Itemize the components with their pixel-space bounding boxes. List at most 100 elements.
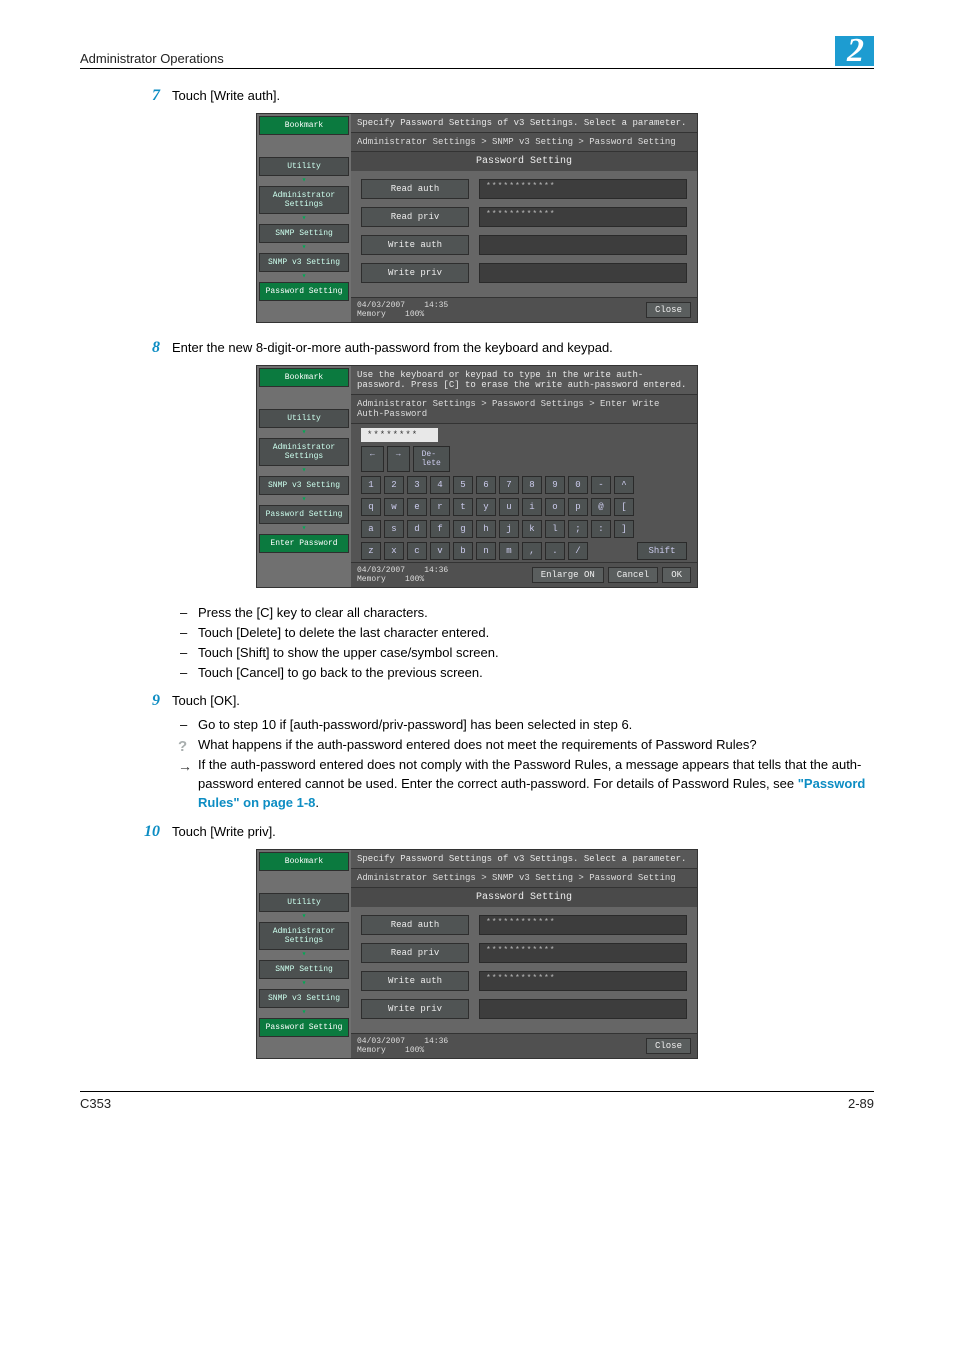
key-^[interactable]: ^ bbox=[614, 476, 634, 494]
close-button[interactable]: Close bbox=[646, 1038, 691, 1054]
key-@[interactable]: @ bbox=[591, 498, 611, 516]
sidebar-utility[interactable]: Utility bbox=[259, 157, 349, 176]
key-j[interactable]: j bbox=[499, 520, 519, 538]
key-h[interactable]: h bbox=[476, 520, 496, 538]
key-k[interactable]: k bbox=[522, 520, 542, 538]
key-2[interactable]: 2 bbox=[384, 476, 404, 494]
key-9[interactable]: 9 bbox=[545, 476, 565, 494]
key-o[interactable]: o bbox=[545, 498, 565, 516]
key-d[interactable]: d bbox=[407, 520, 427, 538]
key-[[interactable]: [ bbox=[614, 498, 634, 516]
cancel-button[interactable]: Cancel bbox=[608, 567, 658, 583]
sidebar-snmp[interactable]: SNMP Setting bbox=[259, 960, 349, 979]
sidebar-enter-password[interactable]: Enter Password bbox=[259, 534, 349, 553]
key-z[interactable]: z bbox=[361, 542, 381, 560]
key-5[interactable]: 5 bbox=[453, 476, 473, 494]
key-6[interactable]: 6 bbox=[476, 476, 496, 494]
key-p[interactable]: p bbox=[568, 498, 588, 516]
chapter-number: 2 bbox=[835, 36, 874, 66]
sidebar-snmp-v3[interactable]: SNMP v3 Setting bbox=[259, 989, 349, 1008]
key-.[interactable]: . bbox=[545, 542, 565, 560]
chevron-down-icon: ▾ bbox=[259, 274, 349, 280]
sidebar-snmp[interactable]: SNMP Setting bbox=[259, 224, 349, 243]
key-s[interactable]: s bbox=[384, 520, 404, 538]
key-t[interactable]: t bbox=[453, 498, 473, 516]
key-v[interactable]: v bbox=[430, 542, 450, 560]
key-w[interactable]: w bbox=[384, 498, 404, 516]
key-b[interactable]: b bbox=[453, 542, 473, 560]
sidebar-password-setting[interactable]: Password Setting bbox=[259, 1018, 349, 1037]
read-auth-button[interactable]: Read auth bbox=[361, 915, 469, 935]
key-3[interactable]: 3 bbox=[407, 476, 427, 494]
delete-button[interactable]: De- lete bbox=[413, 446, 450, 472]
write-auth-button[interactable]: Write auth bbox=[361, 235, 469, 255]
chevron-down-icon: ▾ bbox=[259, 526, 349, 532]
key-;[interactable]: ; bbox=[568, 520, 588, 538]
sidebar: Bookmark Utility ▾ Administrator Setting… bbox=[257, 114, 351, 322]
key-:[interactable]: : bbox=[591, 520, 611, 538]
sidebar-bookmark[interactable]: Bookmark bbox=[259, 116, 349, 135]
key-a[interactable]: a bbox=[361, 520, 381, 538]
arrow-right-button[interactable]: → bbox=[387, 446, 410, 472]
key-u[interactable]: u bbox=[499, 498, 519, 516]
sidebar-admin-settings[interactable]: Administrator Settings bbox=[259, 922, 349, 950]
sidebar-snmp-v3[interactable]: SNMP v3 Setting bbox=[259, 476, 349, 495]
screenshot-password-setting-1: Bookmark Utility ▾ Administrator Setting… bbox=[256, 113, 698, 323]
key-8[interactable]: 8 bbox=[522, 476, 542, 494]
sidebar-password-setting[interactable]: Password Setting bbox=[259, 282, 349, 301]
key-0[interactable]: 0 bbox=[568, 476, 588, 494]
write-priv-button[interactable]: Write priv bbox=[361, 263, 469, 283]
sidebar-snmp-v3[interactable]: SNMP v3 Setting bbox=[259, 253, 349, 272]
page-footer: C353 2-89 bbox=[80, 1091, 874, 1111]
key-q[interactable]: q bbox=[361, 498, 381, 516]
shift-button[interactable]: Shift bbox=[637, 542, 687, 560]
read-auth-button[interactable]: Read auth bbox=[361, 179, 469, 199]
password-input[interactable]: ******** bbox=[361, 428, 438, 442]
key-r[interactable]: r bbox=[430, 498, 450, 516]
keyboard-row-3: asdfghjkl;:] bbox=[351, 518, 697, 540]
write-auth-button[interactable]: Write auth bbox=[361, 971, 469, 991]
key-g[interactable]: g bbox=[453, 520, 473, 538]
sidebar-utility[interactable]: Utility bbox=[259, 893, 349, 912]
bullet: Go to step 10 if [auth-password/priv-pas… bbox=[180, 716, 874, 735]
key-7[interactable]: 7 bbox=[499, 476, 519, 494]
key-f[interactable]: f bbox=[430, 520, 450, 538]
key-l[interactable]: l bbox=[545, 520, 565, 538]
key-,[interactable]: , bbox=[522, 542, 542, 560]
bullet: Press the [C] key to clear all character… bbox=[180, 604, 874, 623]
breadcrumb: Administrator Settings > SNMP v3 Setting… bbox=[351, 133, 697, 152]
sidebar-utility[interactable]: Utility bbox=[259, 409, 349, 428]
sidebar-admin-settings[interactable]: Administrator Settings bbox=[259, 186, 349, 214]
sidebar-admin-settings[interactable]: Administrator Settings bbox=[259, 438, 349, 466]
key-4[interactable]: 4 bbox=[430, 476, 450, 494]
key-x[interactable]: x bbox=[384, 542, 404, 560]
key-][interactable]: ] bbox=[614, 520, 634, 538]
arrow-left-button[interactable]: ← bbox=[361, 446, 384, 472]
chevron-down-icon: ▾ bbox=[259, 914, 349, 920]
write-priv-button[interactable]: Write priv bbox=[361, 999, 469, 1019]
keyboard-row-4: zxcvbnm,./ Shift bbox=[351, 540, 697, 562]
chevron-down-icon: ▾ bbox=[259, 430, 349, 436]
step-text: Touch [OK]. bbox=[172, 692, 240, 710]
close-button[interactable]: Close bbox=[646, 302, 691, 318]
ok-button[interactable]: OK bbox=[662, 567, 691, 583]
key-e[interactable]: e bbox=[407, 498, 427, 516]
key--[interactable]: - bbox=[591, 476, 611, 494]
key-/[interactable]: / bbox=[568, 542, 588, 560]
read-priv-button[interactable]: Read priv bbox=[361, 207, 469, 227]
key-1[interactable]: 1 bbox=[361, 476, 381, 494]
chevron-down-icon: ▾ bbox=[259, 1010, 349, 1016]
read-priv-button[interactable]: Read priv bbox=[361, 943, 469, 963]
key-c[interactable]: c bbox=[407, 542, 427, 560]
enlarge-button[interactable]: Enlarge ON bbox=[532, 567, 604, 583]
key-y[interactable]: y bbox=[476, 498, 496, 516]
sidebar-bookmark[interactable]: Bookmark bbox=[259, 852, 349, 871]
step-number: 10 bbox=[124, 823, 172, 841]
sidebar-password-setting[interactable]: Password Setting bbox=[259, 505, 349, 524]
key-m[interactable]: m bbox=[499, 542, 519, 560]
key-i[interactable]: i bbox=[522, 498, 542, 516]
sidebar-bookmark[interactable]: Bookmark bbox=[259, 368, 349, 387]
chevron-down-icon: ▾ bbox=[259, 216, 349, 222]
bullet: Touch [Cancel] to go back to the previou… bbox=[180, 664, 874, 683]
key-n[interactable]: n bbox=[476, 542, 496, 560]
